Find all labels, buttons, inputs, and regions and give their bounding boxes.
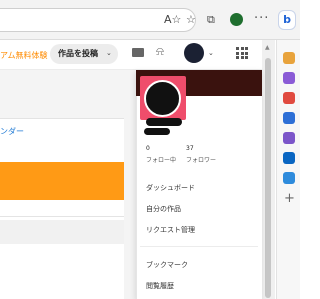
favorite-star-icon[interactable]: ☆ [186,14,196,26]
content-card [0,118,124,299]
chevron-down-icon: ⌄ [106,49,112,57]
sidebar-outlook-icon[interactable] [283,152,295,164]
menu-item-browsing-history[interactable]: 閲覧履歴 [146,281,174,291]
followers-count[interactable]: 37 [186,145,194,152]
sidebar-add-icon[interactable]: + [284,192,295,205]
following-label[interactable]: フォロー中 [146,155,176,164]
sidebar-m365-icon[interactable] [283,132,295,144]
followers-label[interactable]: フォロワー [186,155,216,164]
extension-icon[interactable] [230,13,243,26]
scrollbar-thumb[interactable] [265,58,271,298]
highlight-banner[interactable] [0,162,124,200]
collections-icon[interactable]: ⧉ [207,14,215,26]
list-item[interactable] [0,220,124,244]
avatar-chevron-down-icon[interactable]: ⌄ [208,49,214,57]
menu-item-bookmarks[interactable]: ブックマーク [146,260,188,270]
divider [0,216,124,217]
bing-copilot-button[interactable]: b [278,10,296,30]
sidebar-tools-icon[interactable] [283,92,295,104]
notification-bell-icon[interactable]: ⍾ [156,45,164,57]
menu-item-request-management[interactable]: リクエスト管理 [146,225,195,235]
sidebar-games-icon[interactable] [283,112,295,124]
profile-avatar[interactable] [144,80,181,117]
read-aloud-icon[interactable]: A☆ [164,14,181,26]
sidebar-search-icon[interactable] [283,52,295,64]
menu-divider [140,246,258,247]
apps-grid-icon[interactable] [236,47,248,59]
menu-item-my-works[interactable]: 自分の作品 [146,204,181,214]
more-options-icon[interactable]: ··· [254,11,269,26]
redacted-display-name [146,118,182,126]
scroll-up-arrow-icon[interactable]: ▲ [265,44,270,51]
sidebar-shopping-icon[interactable] [283,72,295,84]
following-count[interactable]: 0 [146,145,150,152]
redacted-username [144,128,170,135]
user-avatar[interactable] [184,43,204,63]
menu-item-dashboard[interactable]: ダッシュボード [146,183,195,193]
edge-sidebar: + [276,40,300,299]
premium-trial-link[interactable]: アム無料体験 [0,50,47,61]
mail-icon[interactable] [132,48,144,57]
sidebar-drop-icon[interactable] [283,172,295,184]
calendar-tab[interactable]: ンダー [0,126,24,137]
